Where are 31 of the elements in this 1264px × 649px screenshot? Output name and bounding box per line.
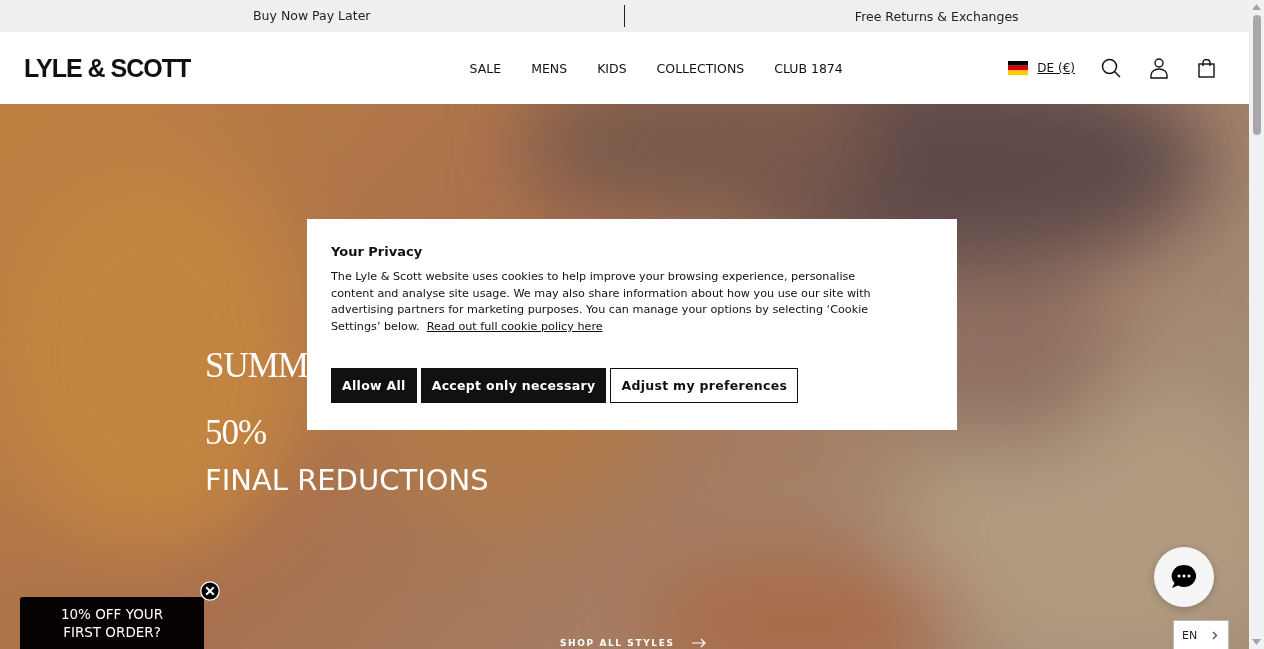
language-selector[interactable]: EN (1173, 620, 1229, 649)
dialog-text: The Lyle & Scott website uses cookies to help improve your browsing experience, personalise content and analyse site usage. We may also share information about how you use our site with advertising partners for marketing purposes. You can manage your options by selecting ‘Cookie Settings’ below. Read out full cookie policy here (331, 269, 872, 336)
promo-text: Free Returns & Exchanges (854, 8, 1019, 24)
region-link[interactable]: DE (€) (1037, 61, 1075, 75)
chevron-icon (1212, 630, 1218, 640)
search-icon[interactable] (1101, 58, 1121, 78)
flag-icon[interactable] (1008, 61, 1029, 75)
nav-link[interactable]: COLLECTIONS (656, 60, 745, 76)
cookie-button[interactable]: Adjust my preferences (610, 367, 799, 403)
hero-heading: SUMM (205, 345, 308, 387)
dialog-title: Your Privacy (331, 244, 424, 259)
chat-icon (1171, 564, 1197, 590)
nav-link[interactable]: KIDS (597, 60, 627, 76)
hero-heading: 50% (205, 412, 267, 454)
nav-link[interactable]: CLUB 1874 (774, 60, 843, 76)
logo[interactable]: LYLE & SCOTT (24, 53, 424, 83)
cookie-button[interactable]: Accept only necessary (420, 367, 607, 403)
nav-link[interactable]: MENS (531, 60, 568, 76)
account-icon[interactable] (1150, 57, 1168, 79)
cookie-policy-link[interactable]: Read out full cookie policy here (426, 320, 603, 334)
cookie-button[interactable]: Allow All (331, 367, 417, 403)
promo-text: Buy Now Pay Later (0, 5, 625, 27)
bag-icon[interactable] (1198, 58, 1215, 78)
scrollbar-thumb[interactable] (1252, 15, 1261, 135)
arrow-icon (692, 638, 707, 648)
close-icon[interactable] (200, 581, 220, 601)
shop-link[interactable]: SHOP ALL STYLES (560, 637, 707, 649)
hero-subtitle: FINAL REDUCTIONS (205, 463, 489, 497)
scrollbar[interactable] (1249, 0, 1264, 649)
offer-popup[interactable]: 10% OFF YOUR FIRST ORDER? (20, 597, 204, 649)
nav-link[interactable]: SALE (469, 60, 502, 76)
